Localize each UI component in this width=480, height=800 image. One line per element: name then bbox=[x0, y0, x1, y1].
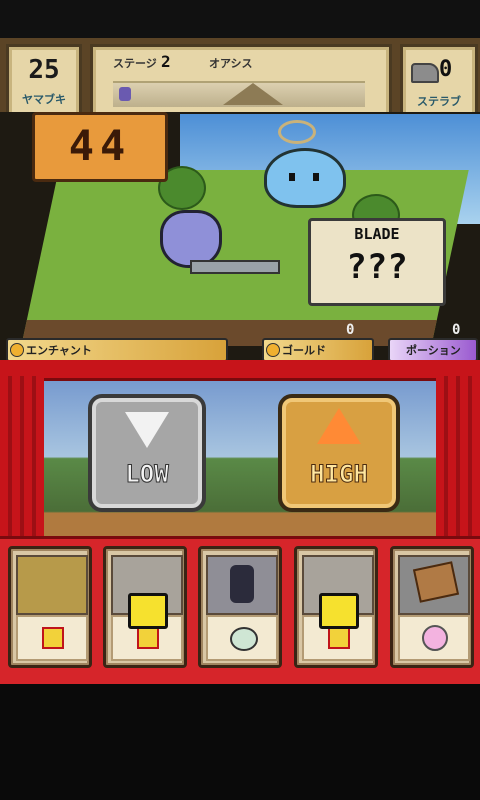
blade-sign: BLADE ??? bbox=[308, 218, 446, 306]
top-right-value: 0 bbox=[439, 57, 453, 82]
hero-card-dark[interactable] bbox=[198, 546, 282, 668]
egg-icon bbox=[230, 627, 258, 651]
hero-portrait-dark bbox=[206, 555, 278, 615]
map-portrait bbox=[398, 555, 470, 615]
blade-value: ??? bbox=[346, 247, 408, 287]
low-label: LOW bbox=[125, 460, 169, 489]
top-right-label: ステラブ bbox=[417, 95, 461, 108]
gold-label: ゴールド bbox=[282, 344, 326, 357]
scroll-icon bbox=[137, 627, 159, 649]
enchant-gem-icon bbox=[10, 343, 24, 357]
top-right-counter: 0 ステラブ bbox=[400, 44, 478, 118]
stage-number: 2 bbox=[161, 52, 171, 71]
scroll-icon bbox=[328, 627, 350, 649]
curtain-left bbox=[0, 376, 44, 536]
enchant-bar: エンチャント bbox=[6, 338, 228, 362]
gold-bar: ゴールド 0 bbox=[262, 322, 374, 362]
stage-location: オアシス bbox=[209, 57, 253, 70]
map-scroll-icon bbox=[412, 561, 460, 603]
card-item-slot bbox=[206, 615, 278, 661]
hero-portrait-yellow bbox=[16, 555, 88, 615]
top-left-counter: 25 ヤマブキ bbox=[6, 44, 82, 118]
low-button[interactable]: LOW bbox=[88, 394, 206, 512]
top-left-value: 25 bbox=[28, 55, 60, 85]
pink-face-icon bbox=[422, 625, 448, 651]
stage-progress-track bbox=[113, 81, 365, 107]
dark-hero-figure bbox=[230, 565, 254, 603]
arrow-down-icon bbox=[125, 412, 169, 448]
lock-icon bbox=[128, 593, 168, 629]
slime-eye-right bbox=[313, 173, 319, 181]
high-label: HIGH bbox=[310, 460, 369, 489]
potion-bar: ポーション 0 bbox=[388, 322, 478, 362]
scroll-icon bbox=[42, 627, 64, 649]
gold-value: 0 bbox=[346, 322, 355, 338]
rock-icon bbox=[411, 63, 439, 83]
sword-on-ground bbox=[190, 260, 280, 274]
curtain-valance bbox=[0, 360, 480, 381]
hero-card-yellow[interactable] bbox=[8, 546, 92, 668]
potion-label: ポーション bbox=[406, 344, 461, 357]
high-button[interactable]: HIGH bbox=[278, 394, 400, 512]
hero-card-map[interactable] bbox=[390, 546, 474, 668]
stage-scroll: ステージ 2 オアシス bbox=[90, 44, 392, 118]
curtain-right bbox=[436, 376, 480, 536]
gold-coin-icon bbox=[266, 343, 280, 357]
stage-label: ステージ bbox=[113, 57, 157, 70]
potion-value: 0 bbox=[452, 322, 461, 338]
countdown-sign: 44 bbox=[32, 112, 168, 182]
arrow-up-icon bbox=[317, 408, 361, 444]
lock-icon bbox=[319, 593, 359, 629]
bottom-letterbox bbox=[0, 684, 480, 800]
halo-icon bbox=[278, 120, 316, 144]
blade-title: BLADE bbox=[354, 225, 400, 243]
player-marker-icon bbox=[119, 87, 131, 101]
enchant-label: エンチャント bbox=[26, 344, 92, 357]
blue-slime-enemy bbox=[264, 148, 346, 208]
stage-backdrop bbox=[0, 360, 480, 536]
hero-card-4[interactable] bbox=[294, 546, 378, 668]
hero-card-2[interactable] bbox=[103, 546, 187, 668]
countdown-value: 44 bbox=[68, 121, 132, 170]
card-item-slot bbox=[398, 615, 470, 661]
slime-eye-left bbox=[289, 173, 295, 181]
card-item-slot bbox=[16, 615, 88, 661]
top-left-label: ヤマブキ bbox=[22, 93, 66, 106]
mountain-silhouette bbox=[223, 83, 283, 105]
